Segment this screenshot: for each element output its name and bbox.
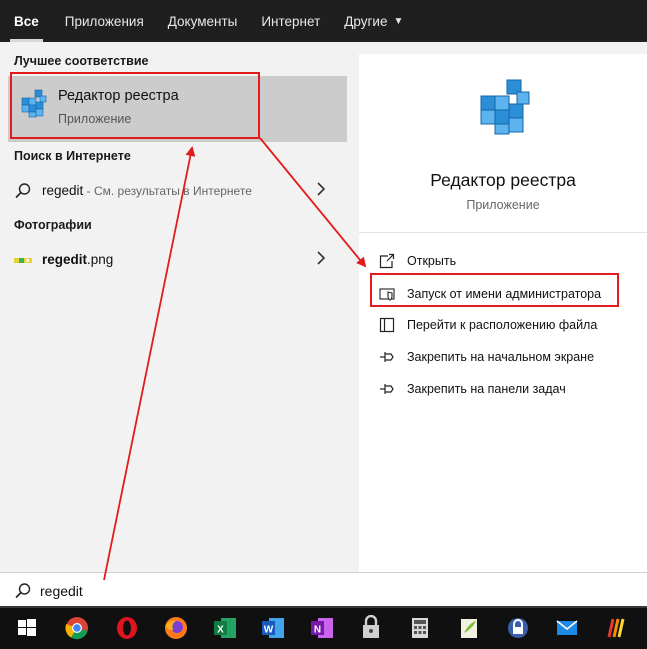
tab-apps[interactable]: Приложения (53, 0, 156, 42)
chrome-icon[interactable] (64, 615, 90, 641)
action-label: Перейти к расположению файла (407, 318, 598, 332)
search-icon (15, 583, 31, 599)
notepad-plus-icon[interactable] (456, 615, 482, 641)
preview-panel: Редактор реестра Приложение Открыть Запу… (347, 42, 647, 572)
tab-label: Приложения (64, 13, 144, 29)
chevron-right-icon[interactable] (315, 250, 327, 266)
shield-icon (379, 288, 395, 301)
caret-down-icon: ▼ (393, 15, 404, 27)
tab-label: Другие (344, 13, 388, 29)
svg-text:W: W (264, 625, 274, 636)
registry-editor-icon (21, 89, 47, 118)
photo-name-ext: .png (87, 251, 114, 267)
calculator-icon[interactable] (407, 615, 433, 641)
search-box (0, 572, 647, 608)
search-category-tabs: Все Приложения Документы Интернет Другие… (0, 0, 647, 42)
action-label: Открыть (407, 254, 457, 268)
divider (359, 232, 647, 233)
tab-label: Документы (167, 13, 238, 29)
windows-start-icon[interactable] (14, 615, 40, 641)
web-result-text: regedit - См. результаты в Интернете (42, 183, 252, 198)
action-label: Закрепить на панели задач (407, 382, 566, 396)
photo-name-bold: regedit (42, 251, 88, 267)
tab-label: Все (14, 13, 39, 29)
photo-result-text: regedit.png (42, 252, 113, 267)
web-hint: - См. результаты в Интернете (83, 183, 252, 198)
action-label: Закрепить на начальном экране (407, 350, 595, 364)
registry-editor-icon (480, 79, 530, 135)
mail-icon[interactable] (554, 615, 580, 641)
tab-all[interactable]: Все (0, 0, 53, 42)
chevron-right-icon[interactable] (315, 181, 327, 197)
pin-icon (380, 384, 394, 394)
svg-text:X: X (217, 625, 224, 636)
opera-icon[interactable] (114, 615, 140, 641)
photos-header: Фотографии (14, 218, 92, 232)
action-pin-start[interactable]: Закрепить на начальном экране (379, 345, 594, 369)
action-pin-taskbar[interactable]: Закрепить на панели задач (379, 377, 566, 401)
action-run-as-admin[interactable]: Запуск от имени администратора (379, 282, 601, 306)
preview-card: Редактор реестра Приложение Открыть Запу… (359, 54, 647, 572)
best-match-title: Редактор реестра (58, 88, 179, 104)
onenote-icon[interactable]: N (309, 615, 335, 641)
tab-documents[interactable]: Документы (156, 0, 250, 42)
action-label: Запуск от имени администратора (407, 287, 602, 301)
tab-internet[interactable]: Интернет (249, 0, 332, 42)
app-stripes-icon[interactable] (603, 615, 629, 641)
firefox-icon[interactable] (163, 615, 189, 641)
action-open-file-location[interactable]: Перейти к расположению файла (379, 313, 597, 337)
keepass-icon[interactable] (505, 615, 531, 641)
web-search-result[interactable]: regedit - См. результаты в Интернете (0, 173, 347, 207)
web-query: regedit (42, 182, 84, 198)
open-icon (379, 253, 395, 269)
taskbar: X W N (0, 608, 647, 649)
search-icon (15, 183, 31, 199)
svg-text:N: N (314, 625, 321, 636)
excel-icon[interactable]: X (212, 615, 238, 641)
best-match-header: Лучшее соответствие (14, 54, 149, 68)
results-panel: Лучшее соответствие Редактор реестра При… (0, 42, 347, 572)
web-search-header: Поиск в Интернете (14, 149, 131, 163)
pin-icon (380, 352, 394, 362)
word-icon[interactable]: W (260, 615, 286, 641)
preview-title: Редактор реестра (430, 170, 576, 190)
best-match-subtitle: Приложение (58, 112, 132, 126)
best-match-item[interactable]: Редактор реестра Приложение (8, 76, 347, 142)
vpn-lock-icon[interactable] (358, 615, 384, 641)
search-input[interactable] (40, 579, 620, 603)
file-location-icon (379, 317, 395, 333)
image-file-icon (14, 258, 32, 263)
photo-result[interactable]: regedit.png (0, 242, 347, 276)
preview-subtitle: Приложение (466, 198, 540, 212)
tab-more[interactable]: Другие ▼ (332, 0, 415, 42)
tab-label: Интернет (261, 13, 321, 29)
action-open[interactable]: Открыть (379, 249, 456, 273)
